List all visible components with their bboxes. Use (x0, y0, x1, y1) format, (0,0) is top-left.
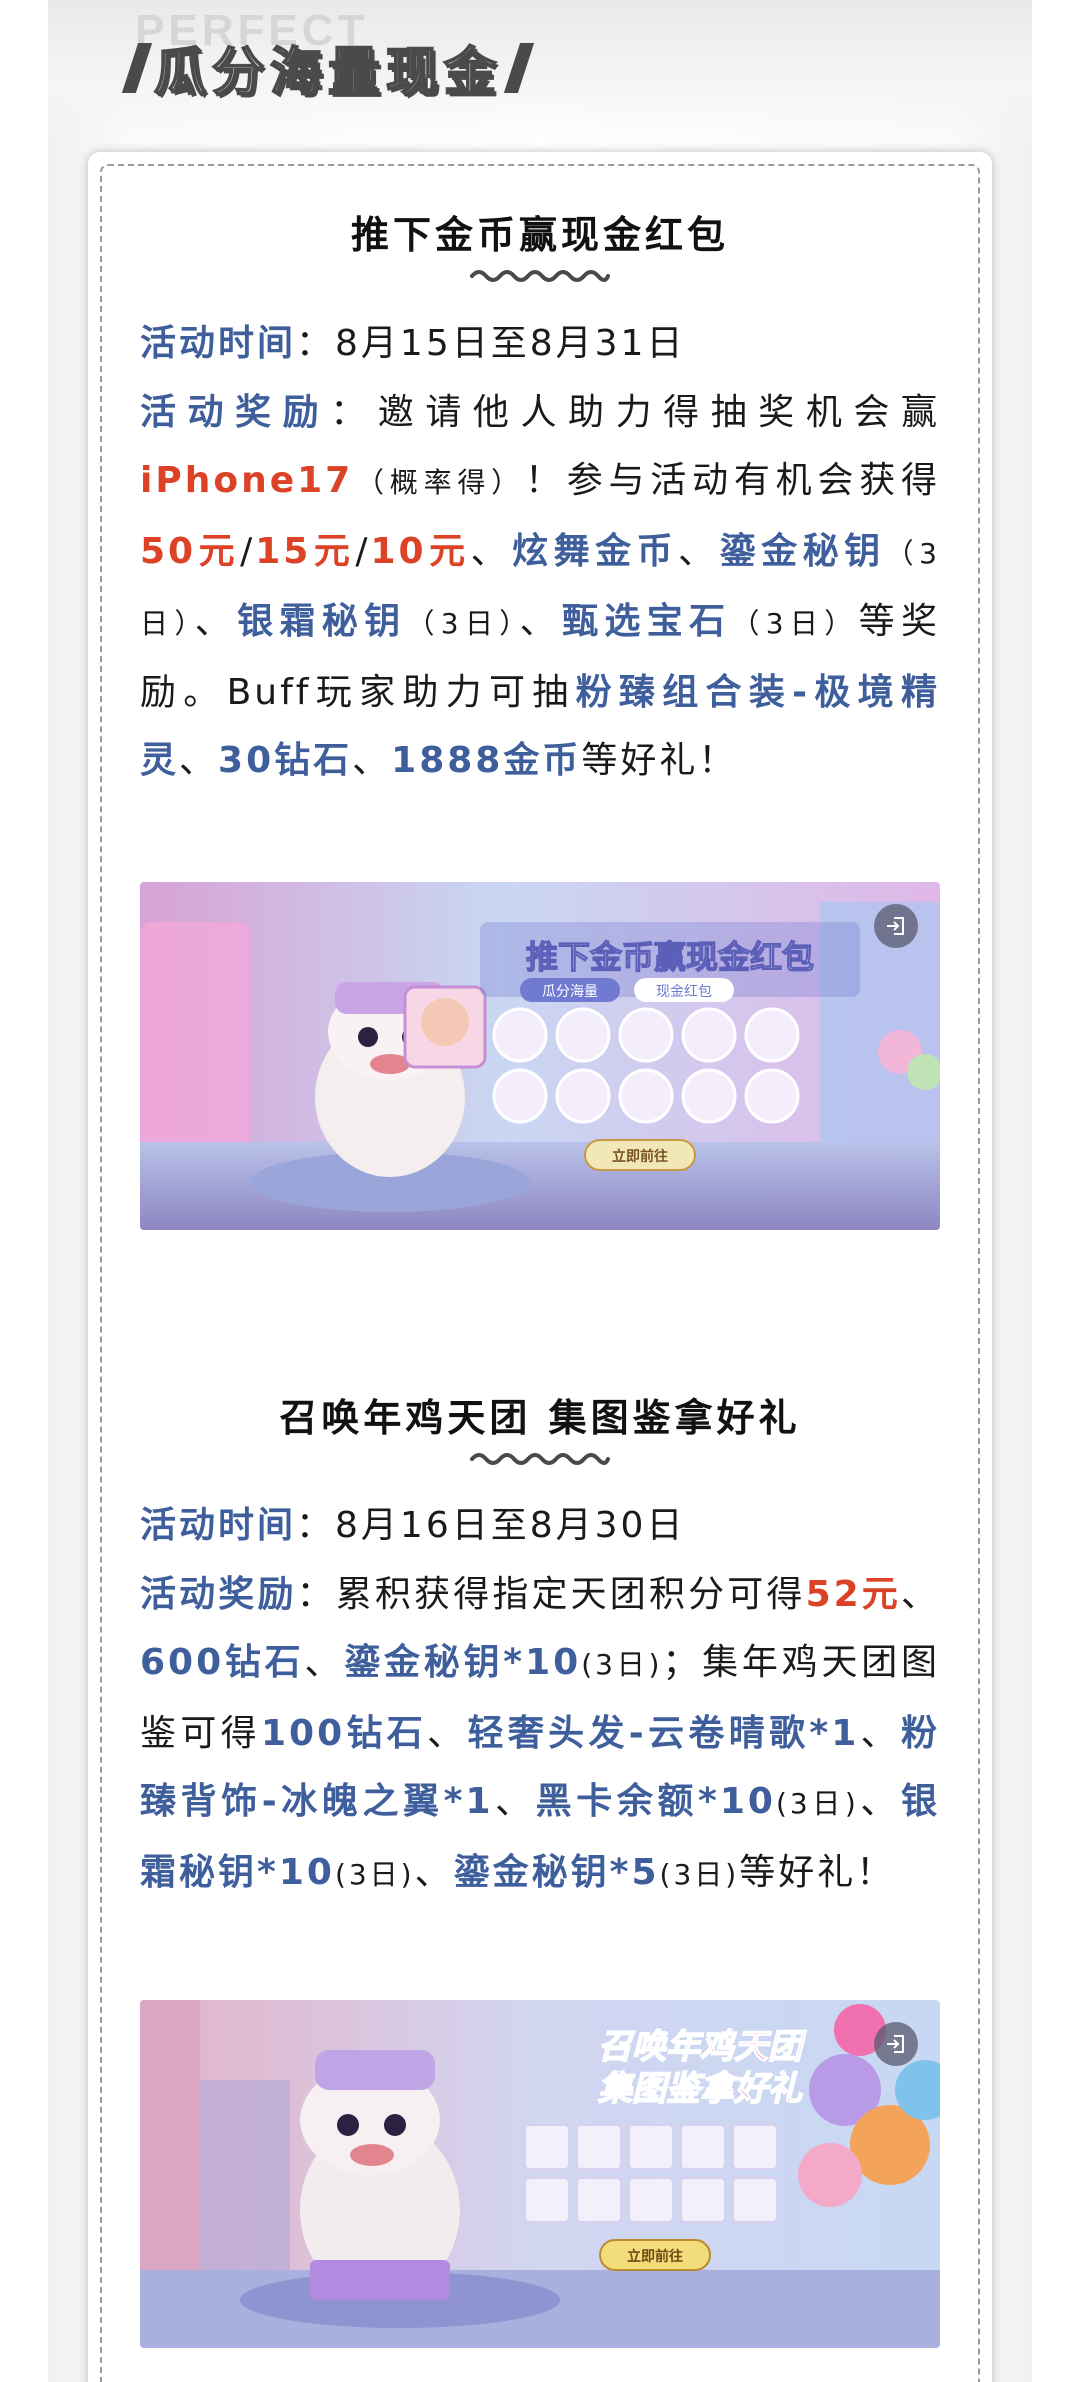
activity-time-line: 活动时间：8月15日至8月31日 (140, 310, 940, 379)
reward-item: 鎏金秘钥 (719, 530, 886, 572)
time-label: 活动时间 (140, 1505, 297, 1546)
reward-item: 100钻石 (261, 1712, 428, 1754)
reward-note: (3日) (581, 1648, 663, 1681)
banner-title-line1: 召唤年鸡天团 (598, 2027, 807, 2067)
reward-item: 甄选宝石 (562, 601, 732, 642)
time-value: ：8月16日至8月30日 (296, 1505, 686, 1546)
exit-icon[interactable] (874, 2022, 918, 2066)
reward-item: 1888金币 (391, 740, 582, 781)
activity-title: 推下金币赢现金红包 (350, 213, 729, 257)
reward-item: 轻奢头发-云卷晴歌*1 (467, 1712, 860, 1754)
wave-divider-icon (470, 1453, 610, 1465)
wave-divider-icon (470, 270, 610, 282)
reward-note: （3日） (406, 607, 520, 640)
reward-part: 、 (414, 1851, 454, 1893)
header-title: 瓜分海量现金 (153, 42, 503, 104)
reward-part: 等好礼！ (739, 1851, 896, 1893)
reward-part: 、 (352, 740, 392, 781)
reward-part: 、 (859, 1712, 901, 1754)
reward-part: 、 (678, 530, 720, 572)
reward-part: 、 (519, 601, 563, 642)
banner-button-label: 立即前往 (612, 1148, 668, 1165)
reward-item: 银霜秘钥 (237, 601, 407, 642)
exit-icon[interactable] (874, 904, 918, 948)
reward-note: (3日) (659, 1857, 740, 1891)
reward-highlight: 10元 (370, 530, 471, 572)
time-value: ：8月15日至8月31日 (296, 323, 686, 364)
reward-part: ：累积获得指定天团积分可得 (296, 1573, 806, 1615)
reward-part: 、 (179, 740, 219, 781)
reward-part: / (355, 530, 371, 572)
header-title-group: 瓜分海量现金 (121, 30, 535, 105)
banner-subtitle-right: 现金红包 (656, 984, 712, 1000)
banner-title: 推下金币赢现金红包 (526, 938, 814, 976)
activity-section-2: 召唤年鸡天团 集图鉴拿好礼 (140, 1393, 940, 1469)
banner-illustration-2: 召唤年鸡天团 集图鉴拿好礼 立即前往 (140, 2000, 940, 2348)
activity-title: 召唤年鸡天团 集图鉴拿好礼 (279, 1396, 801, 1440)
event-banner-1[interactable]: 推下金币赢现金红包 瓜分海量 现金红包 立即前往 (140, 882, 940, 1230)
activity-time-line: 活动时间：8月16日至8月30日 (140, 1492, 940, 1561)
slash-decoration-right (503, 42, 535, 93)
reward-note: （3日） (731, 607, 859, 640)
reward-item: 30钻石 (218, 740, 353, 781)
reward-item: 炫舞金币 (512, 530, 679, 572)
banner-title-line2: 集图鉴拿好礼 (597, 2069, 803, 2109)
reward-highlight: 50元 (140, 530, 241, 572)
reward-highlight: 52元 (805, 1573, 901, 1615)
reward-label: 活动奖励 (140, 1573, 297, 1615)
activity-reward-text: 活动奖励：邀请他人助力得抽奖机会赢 iPhone17（概率得）！参与活动有机会获得… (140, 379, 940, 796)
reward-part: 、 (427, 1712, 468, 1754)
reward-part: ：邀请他人助力得抽奖机会赢 (330, 391, 940, 433)
reward-part: 、 (493, 1781, 536, 1822)
activity-section-1: 推下金币赢现金红包 (140, 210, 940, 286)
reward-part: / (240, 530, 256, 572)
reward-label: 活动奖励 (140, 391, 331, 433)
reward-note: (3日) (334, 1857, 415, 1891)
time-label: 活动时间 (140, 323, 297, 364)
activity-reward-text: 活动奖励：累积获得指定天团积分可得52元、600钻石、鎏金秘钥*10(3日)；集… (140, 1561, 940, 1910)
reward-part: 、 (304, 1642, 345, 1683)
activity-description-2: 活动时间：8月16日至8月30日 活动奖励：累积获得指定天团积分可得52元、60… (140, 1492, 940, 1909)
section-header: PERFECT 瓜分海量现金 (121, 0, 830, 120)
banner-illustration-1: 推下金币赢现金红包 瓜分海量 现金红包 立即前往 (140, 882, 940, 1230)
banner-subtitle-left: 瓜分海量 (542, 984, 598, 1000)
reward-part: 等好礼！ (581, 740, 738, 781)
reward-note: （概率得） (353, 466, 525, 499)
reward-part: ！参与活动有机会获得 (524, 460, 940, 501)
activity-description-1: 活动时间：8月15日至8月31日 活动奖励：邀请他人助力得抽奖机会赢 iPhone… (140, 310, 940, 796)
reward-part: 、 (900, 1573, 940, 1615)
banner-button-label: 立即前往 (627, 2248, 683, 2265)
reward-item: 600钻石 (140, 1642, 305, 1683)
reward-part: 、 (194, 601, 238, 642)
reward-highlight: iPhone17 (140, 460, 354, 501)
reward-note: (3日) (775, 1787, 859, 1820)
reward-item: 鎏金秘钥*5 (453, 1851, 660, 1893)
reward-item: 鎏金秘钥*10 (344, 1642, 582, 1683)
reward-part: 、 (858, 1781, 901, 1822)
reward-part: 、 (470, 530, 513, 572)
event-banner-2[interactable]: 召唤年鸡天团 集图鉴拿好礼 立即前往 (140, 2000, 940, 2348)
reward-item: 黑卡余额*10 (535, 1781, 776, 1822)
reward-highlight: 15元 (255, 530, 356, 572)
